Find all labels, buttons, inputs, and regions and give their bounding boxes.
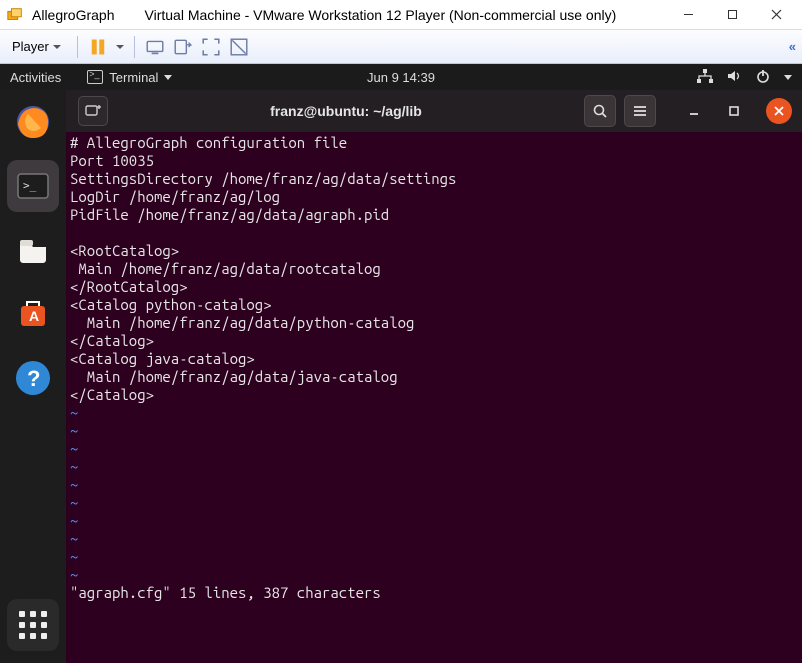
host-close-button[interactable] — [754, 0, 798, 30]
network-icon[interactable] — [697, 69, 713, 86]
toolbar-collapse-button[interactable]: « — [789, 39, 796, 54]
app-menu-terminal[interactable]: Terminal — [87, 70, 172, 85]
host-minimize-button[interactable] — [666, 0, 710, 30]
terminal-close-button[interactable] — [766, 98, 792, 124]
gnome-top-bar: Activities Terminal Jun 9 14:39 — [0, 64, 802, 90]
show-applications-button[interactable] — [7, 599, 59, 651]
host-window-titlebar: AllegroGraph Virtual Machine - VMware Wo… — [0, 0, 802, 30]
dock-item-files[interactable] — [7, 224, 59, 276]
host-app-name: AllegroGraph — [32, 7, 115, 23]
hamburger-menu-button[interactable] — [624, 95, 656, 127]
apps-grid-icon — [19, 611, 47, 639]
toolbar-separator — [134, 36, 135, 58]
toolbar-separator — [77, 36, 78, 58]
app-menu-label: Terminal — [109, 70, 158, 85]
terminal-header-bar: franz@ubuntu: ~/ag/lib — [66, 90, 802, 132]
terminal-maximize-button[interactable] — [718, 95, 750, 127]
search-button[interactable] — [584, 95, 616, 127]
send-ctrl-alt-del-icon[interactable] — [145, 37, 165, 57]
terminal-minimize-button[interactable] — [678, 95, 710, 127]
host-window-title: Virtual Machine - VMware Workstation 12 … — [145, 7, 617, 23]
activities-button[interactable]: Activities — [10, 70, 61, 85]
snapshot-icon[interactable] — [173, 37, 193, 57]
terminal-title: franz@ubuntu: ~/ag/lib — [116, 103, 576, 119]
vm-pause-button[interactable] — [88, 37, 108, 57]
dock: >_ A ? — [0, 90, 66, 663]
chevron-down-icon — [53, 45, 61, 49]
dock-item-firefox[interactable] — [7, 96, 59, 148]
dock-item-help[interactable]: ? — [7, 352, 59, 404]
terminal-icon — [87, 70, 103, 84]
dock-item-terminal[interactable]: >_ — [7, 160, 59, 212]
svg-text:A: A — [29, 308, 39, 324]
fullscreen-icon[interactable] — [201, 37, 221, 57]
clock[interactable]: Jun 9 14:39 — [367, 70, 435, 85]
power-icon[interactable] — [756, 69, 770, 86]
volume-icon[interactable] — [727, 69, 742, 86]
vmware-app-icon — [6, 6, 24, 24]
new-tab-button[interactable] — [78, 96, 108, 126]
vmware-toolbar: Player « — [0, 30, 802, 64]
dock-item-software[interactable]: A — [7, 288, 59, 340]
svg-text:>_: >_ — [23, 179, 37, 192]
player-menu-label: Player — [12, 39, 49, 54]
terminal-body[interactable]: # AllegroGraph configuration file Port 1… — [66, 132, 802, 663]
svg-text:?: ? — [27, 366, 40, 391]
player-menu[interactable]: Player — [6, 37, 67, 56]
host-maximize-button[interactable] — [710, 0, 754, 30]
chevron-down-icon[interactable] — [116, 45, 124, 49]
chevron-down-icon — [164, 75, 172, 80]
terminal-window: franz@ubuntu: ~/ag/lib # Allegro — [66, 90, 802, 663]
guest-vm-screen: Activities Terminal Jun 9 14:39 — [0, 64, 802, 663]
unity-mode-icon[interactable] — [229, 37, 249, 57]
chevron-down-icon[interactable] — [784, 75, 792, 80]
